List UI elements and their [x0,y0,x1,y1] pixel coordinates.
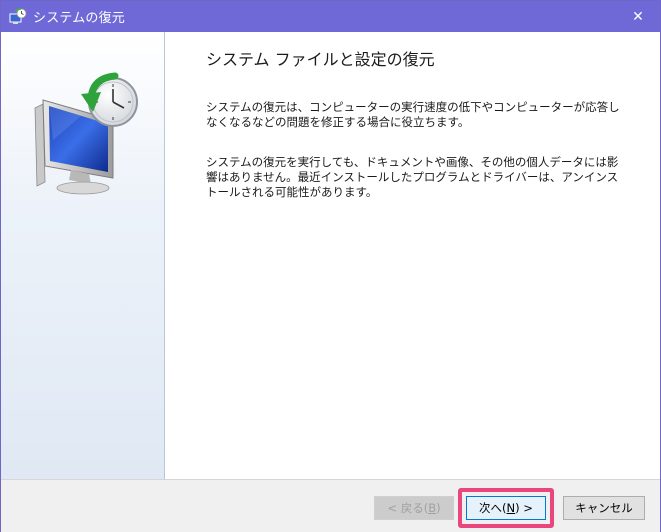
back-label: < 戻る( [387,501,429,515]
next-button[interactable]: 次へ(N) > [466,496,546,520]
cancel-button[interactable]: キャンセル [563,496,645,520]
window-title: システムの復元 [33,11,126,26]
cancel-label: キャンセル [575,501,633,515]
button-bar: < 戻る(B) 次へ(N) > キャンセル [1,479,660,532]
close-icon: ✕ [632,8,644,25]
monitor-clock-restore-icon [31,70,141,195]
description-paragraph-2: システムの復元を実行しても、ドキュメントや画像、その他の個人データには影響はあり… [206,155,619,199]
content-area: システム ファイルと設定の復元 システムの復元は、コンピューターの実行速度の低下… [166,32,660,479]
side-panel [1,32,165,479]
close-button[interactable]: ✕ [616,1,660,32]
page-title: システム ファイルと設定の復元 [206,50,435,69]
next-label: 次へ( [479,501,507,515]
back-label-end: ) [436,501,441,515]
back-accesskey: B [428,501,437,515]
system-restore-window: システムの復元 ✕ システム ファイルと設定の復元 システムの復元は、コンピュー… [0,0,661,532]
next-accesskey: N [506,501,516,515]
next-label-end: ) > [515,501,533,515]
description-paragraph-1: システムの復元は、コンピューターの実行速度の低下やコンピューターが応答しなくなる… [206,100,620,129]
back-button: < 戻る(B) [374,496,454,520]
system-restore-icon [9,7,27,26]
title-bar[interactable]: システムの復元 ✕ [1,1,660,32]
